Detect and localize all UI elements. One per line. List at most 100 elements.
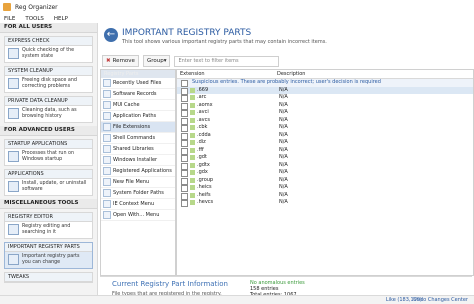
card-applications[interactable]: APPLICATIONS Install, update, or uninsta… (4, 169, 93, 196)
table-row[interactable]: .cbk N/A (177, 124, 473, 132)
part-item[interactable]: Shell Commands (101, 133, 175, 144)
row-checkbox[interactable] (181, 110, 188, 117)
menu-tools[interactable]: TOOLS (25, 16, 44, 22)
part-icon (103, 178, 111, 186)
file-type-icon (190, 87, 195, 93)
row-checkbox[interactable] (181, 185, 188, 192)
row-checkbox[interactable] (181, 95, 188, 102)
table-row[interactable]: .aomx N/A (177, 102, 473, 110)
table-row[interactable]: .group N/A (177, 177, 473, 185)
card-tweaks[interactable]: TWEAKS (4, 272, 93, 283)
row-checkbox[interactable] (181, 117, 188, 125)
part-item[interactable]: New File Menu (101, 177, 175, 188)
table-row[interactable]: .heifs N/A (177, 192, 473, 200)
part-item[interactable]: Application Paths (101, 111, 175, 122)
table-row[interactable]: .heics N/A (177, 184, 473, 192)
part-icon (103, 123, 111, 131)
table-row[interactable]: .avcs N/A (177, 117, 473, 125)
table-row[interactable]: .669 N/A (177, 86, 473, 95)
column-extension[interactable]: Extension (177, 70, 274, 78)
extension-cell: .arc (197, 94, 207, 100)
part-icon (103, 145, 111, 153)
part-item[interactable]: Shared Libraries (101, 144, 175, 155)
undo-changes-center-link[interactable]: Undo Changes Center (413, 297, 468, 303)
row-checkbox[interactable] (181, 140, 188, 147)
part-item[interactable]: Windows Installer (101, 155, 175, 166)
card-express-check[interactable]: EXPRESS CHECK Quick checking of the syst… (4, 36, 93, 63)
description-cell: N/A (279, 176, 288, 183)
warning-text: Suspicious entries. These are probably i… (192, 79, 381, 85)
row-checkbox[interactable] (181, 170, 188, 177)
part-item[interactable]: Recently Used Files (101, 78, 175, 89)
row-checkbox[interactable] (181, 87, 188, 95)
table-row[interactable]: .arc N/A (177, 94, 473, 102)
menu-help[interactable]: HELP (54, 16, 68, 22)
part-item[interactable]: IE Context Menu (101, 199, 175, 210)
part-item[interactable]: Open With... Menu (101, 210, 175, 221)
extension-cell: .cdda (197, 131, 211, 138)
privacy-icon (8, 108, 19, 119)
description-cell: N/A (279, 154, 288, 160)
description-cell: N/A (279, 94, 288, 100)
group-checkbox[interactable] (181, 80, 188, 87)
row-checkbox[interactable] (181, 192, 188, 200)
search-input[interactable]: Enter text to filter items (174, 55, 280, 67)
menu-file[interactable]: FILE (4, 16, 15, 22)
part-icon (103, 101, 111, 109)
row-checkbox[interactable] (181, 147, 188, 155)
table-row[interactable]: .hevcs N/A (177, 199, 473, 207)
table-row[interactable]: .gdx N/A (177, 169, 473, 177)
description-cell: N/A (279, 101, 288, 108)
file-type-icon (190, 192, 195, 198)
chevron-down-icon: ▾ (163, 58, 167, 64)
description-cell: N/A (279, 146, 288, 153)
card-startup-applications[interactable]: STARTUP APPLICATIONS Processes that run … (4, 139, 93, 166)
page-header: ← IMPORTANT REGISTRY PARTS This tool sho… (98, 23, 474, 53)
table-row[interactable]: .avci N/A (177, 109, 473, 117)
part-item-selected[interactable]: File Extensions (101, 122, 175, 133)
part-icon (103, 90, 111, 98)
extension-cell: .669 (197, 86, 209, 93)
card-registry-editor[interactable]: REGISTRY EDITOR Registry editing and sea… (4, 212, 93, 239)
entries-table: Extension Description Suspicious entries… (176, 69, 474, 276)
table-row[interactable]: .gdtx N/A (177, 162, 473, 170)
row-checkbox[interactable] (181, 132, 188, 140)
card-text: Install, update, or uninstall software (22, 181, 87, 192)
remove-button[interactable]: ✖ Remove (102, 55, 139, 67)
table-row[interactable]: .diz N/A (177, 139, 473, 147)
registry-icon (8, 224, 19, 235)
page-title: IMPORTANT REGISTRY PARTS (122, 28, 252, 38)
row-checkbox[interactable] (181, 162, 188, 170)
column-description[interactable]: Description (274, 70, 473, 78)
part-icon (103, 189, 111, 197)
file-type-icon (190, 117, 195, 123)
table-row[interactable]: .fff N/A (177, 147, 473, 155)
card-private-data-cleanup[interactable]: PRIVATE DATA CLEANUP Cleaning data, such… (4, 96, 93, 123)
card-title: IMPORTANT REGISTRY PARTS (5, 243, 92, 252)
card-text: Processes that run on Windows startup (22, 151, 74, 162)
row-checkbox[interactable] (181, 125, 188, 132)
description-cell: N/A (279, 116, 288, 123)
back-arrow-icon[interactable]: ← (104, 28, 118, 42)
extension-cell: .aomx (197, 101, 213, 108)
table-row[interactable]: .cdda N/A (177, 132, 473, 140)
row-checkbox[interactable] (181, 177, 188, 185)
card-title: SYSTEM CLEANUP (5, 67, 92, 76)
row-checkbox[interactable] (181, 102, 188, 110)
part-item[interactable]: MUI Cache (101, 100, 175, 111)
description-cell: N/A (279, 169, 288, 175)
extension-cell: .avcs (197, 116, 210, 123)
file-type-icon (190, 132, 195, 138)
part-item[interactable]: Software Records (101, 89, 175, 100)
table-row[interactable]: .gdt N/A (177, 154, 473, 162)
suspicious-group-row[interactable]: Suspicious entries. These are probably i… (177, 79, 473, 87)
part-item[interactable]: System Folder Paths (101, 188, 175, 199)
extension-cell: .gdt (197, 154, 207, 160)
card-important-registry-parts[interactable]: IMPORTANT REGISTRY PARTS Important regis… (4, 242, 93, 269)
part-item[interactable]: Registered Applications (101, 166, 175, 177)
row-checkbox[interactable] (181, 200, 188, 207)
startup-icon (8, 151, 19, 162)
card-system-cleanup[interactable]: SYSTEM CLEANUP Freeing disk space and co… (4, 66, 93, 93)
row-checkbox[interactable] (181, 155, 188, 162)
group-button[interactable]: Group ▾ (142, 55, 171, 67)
